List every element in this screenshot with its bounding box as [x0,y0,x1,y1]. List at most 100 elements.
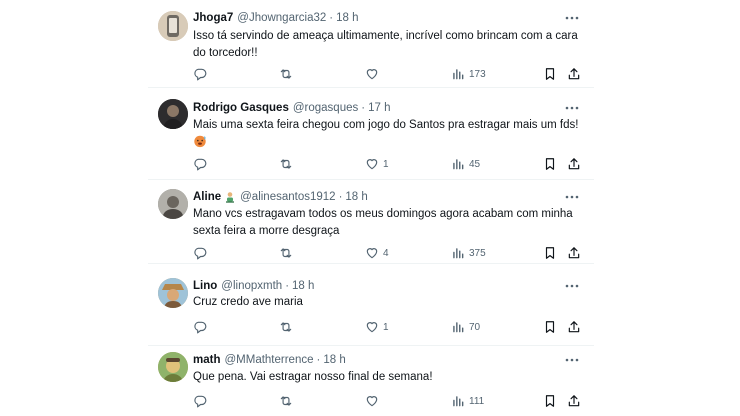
like-button[interactable]: 1 [365,156,389,172]
heart-icon [366,69,378,80]
timestamp[interactable]: 18 h [345,189,367,205]
avatar[interactable] [158,352,188,382]
avatar[interactable] [158,11,188,41]
heart-icon [366,248,378,259]
more-icon[interactable] [564,278,580,294]
tweet-header: math @MMathterrence · 18 h [193,352,346,368]
views-count: 375 [469,247,486,259]
share-icon [568,321,580,333]
user-handle[interactable]: @Jhowngarcia32 [237,10,326,26]
display-name[interactable]: Jhoga7 [193,10,233,26]
bookmark-button[interactable] [543,319,557,335]
avatar[interactable] [158,278,188,308]
share-icon [568,395,580,407]
display-name[interactable]: Aline [193,189,221,205]
bookmark-button[interactable] [543,393,557,409]
hot-face-emoji [193,134,207,148]
views-button[interactable]: 111 [451,393,484,409]
views-icon [453,69,464,80]
avatar[interactable] [158,99,188,129]
timestamp[interactable]: 18 h [323,352,345,368]
tweet-text-content: Mais uma sexta feira chegou com jogo do … [193,119,579,131]
retweet-button[interactable] [279,393,293,409]
reply-icon [194,68,207,81]
reply-button[interactable] [193,66,207,82]
retweet-button[interactable] [279,319,293,335]
bookmark-button[interactable] [543,245,557,261]
tweet-text: Mano vcs estragavam todos os meus doming… [193,208,573,237]
views-icon [453,159,464,170]
tweet-feed: Jhoga7 @Jhowngarcia32 · 18 h Isso tá ser… [148,0,594,416]
share-button[interactable] [567,319,581,335]
like-button[interactable]: 1 [365,319,389,335]
retweet-button[interactable] [279,156,293,172]
reply-icon [194,247,207,260]
share-icon [568,68,580,80]
tweet-actions: 1 45 [193,156,585,172]
retweet-button[interactable] [279,66,293,82]
tweet[interactable]: Rodrigo Gasques @rogasques · 17 h Mais u… [148,88,594,180]
tweet-actions: 1 70 [193,319,585,335]
tweet-actions: 173 [193,66,585,82]
heart-icon [366,159,378,170]
avatar[interactable] [158,189,188,219]
share-button[interactable] [567,393,581,409]
reply-button[interactable] [193,393,207,409]
views-button[interactable]: 45 [451,156,480,172]
display-name[interactable]: Lino [193,278,217,294]
like-button[interactable] [365,393,383,409]
user-handle[interactable]: @rogasques [293,100,358,116]
share-button[interactable] [567,156,581,172]
bookmark-icon [545,68,555,80]
retweet-icon [280,159,292,169]
views-count: 45 [469,158,481,170]
tweet[interactable]: Jhoga7 @Jhowngarcia32 · 18 h Isso tá ser… [148,0,594,88]
tweet[interactable]: Aline @alinesantos1912 · 18 h Mano vcs e… [148,180,594,264]
display-name[interactable]: math [193,352,220,368]
tweet-header: Jhoga7 @Jhowngarcia32 · 18 h [193,10,359,26]
more-icon[interactable] [564,10,580,26]
like-count: 4 [383,247,389,259]
user-handle[interactable]: @MMathterrence [224,352,313,368]
reply-icon [194,158,207,171]
bookmark-button[interactable] [543,66,557,82]
user-handle[interactable]: @alinesantos1912 [240,189,335,205]
timestamp[interactable]: 18 h [336,10,358,26]
user-handle[interactable]: @linopxmth [221,278,282,294]
person-emoji-badge [224,191,236,203]
timestamp[interactable]: 18 h [292,278,314,294]
like-button[interactable]: 4 [365,245,389,261]
like-button[interactable] [365,66,383,82]
more-icon[interactable] [564,100,580,116]
views-count: 173 [469,68,486,80]
separator-dot: · [361,102,366,114]
views-count: 70 [469,321,481,333]
retweet-button[interactable] [279,245,293,261]
share-button[interactable] [567,245,581,261]
tweet[interactable]: math @MMathterrence · 18 h Que pena. Vai… [148,346,594,416]
separator-dot: · [285,280,290,292]
tweet-header: Aline @alinesantos1912 · 18 h [193,189,368,205]
tweet-text: Que pena. Vai estragar nosso final de se… [193,371,433,383]
reply-icon [194,395,207,408]
views-button[interactable]: 70 [451,319,480,335]
reply-icon [194,321,207,334]
more-icon[interactable] [564,352,580,368]
reply-button[interactable] [193,319,207,335]
timestamp[interactable]: 17 h [368,100,390,116]
tweet[interactable]: Lino @linopxmth · 18 h Cruz credo ave ma… [148,264,594,346]
display-name[interactable]: Rodrigo Gasques [193,100,289,116]
reply-button[interactable] [193,245,207,261]
bookmark-button[interactable] [543,156,557,172]
separator-dot: · [338,191,343,203]
views-button[interactable]: 375 [451,245,486,261]
share-button[interactable] [567,66,581,82]
views-icon [453,322,464,333]
like-count: 1 [383,321,389,333]
reply-button[interactable] [193,156,207,172]
views-button[interactable]: 173 [451,66,486,82]
more-icon[interactable] [564,189,580,205]
views-icon [453,248,464,259]
like-count: 1 [383,158,389,170]
retweet-icon [280,248,292,258]
